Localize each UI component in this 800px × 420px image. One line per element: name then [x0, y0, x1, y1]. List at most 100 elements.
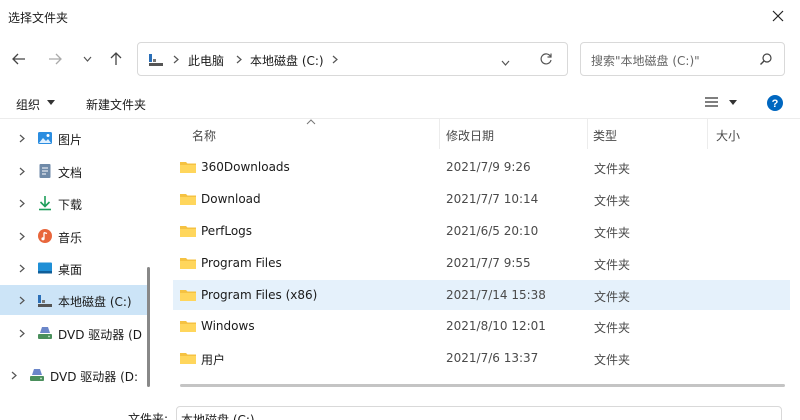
svg-text:?: ?: [772, 98, 779, 110]
column-header-row: 名称 修改日期 类型 大小: [160, 119, 800, 149]
file-row[interactable]: Windows 2021/8/10 12:01 文件夹: [173, 311, 790, 341]
search-input[interactable]: 搜索"本地磁盘 (C:)": [591, 52, 700, 69]
sidebar-item-label: 文档: [58, 166, 83, 180]
back-button[interactable]: [8, 48, 30, 70]
file-name: 360Downloads: [201, 160, 290, 174]
up-arrow-icon: [110, 52, 122, 65]
file-name: Program Files (x86): [201, 288, 318, 302]
file-name: Windows: [201, 319, 255, 333]
address-chevron[interactable]: [330, 52, 340, 66]
file-type: 文件夹: [594, 194, 631, 208]
sidebar-item-music[interactable]: 音乐: [0, 221, 150, 251]
chevron-right-icon: [19, 232, 25, 240]
file-type: 文件夹: [594, 258, 631, 272]
address-bar[interactable]: 此电脑 本地磁盘 (C:): [137, 42, 568, 76]
file-row[interactable]: 用户 2021/7/6 13:37 文件夹: [173, 343, 790, 373]
file-date: 2021/7/7 9:55: [446, 256, 531, 270]
file-name: Program Files: [201, 256, 282, 270]
column-header-type[interactable]: 类型: [593, 127, 617, 144]
expand-chevron[interactable]: [18, 263, 26, 273]
up-button[interactable]: [105, 48, 127, 70]
file-row[interactable]: PerfLogs 2021/6/5 20:10 文件夹: [173, 216, 790, 246]
search-icon: [760, 53, 772, 65]
music-icon: [38, 229, 52, 243]
sidebar-item-label: 桌面: [58, 263, 83, 277]
chevron-right-icon: [332, 55, 338, 63]
column-divider[interactable]: [439, 119, 440, 149]
organize-button[interactable]: 组织: [12, 88, 62, 118]
column-header-date[interactable]: 修改日期: [446, 127, 494, 144]
sidebar-item-local-disk-c[interactable]: 本地磁盘 (C:): [0, 285, 150, 315]
file-list: 名称 修改日期 类型 大小 360Downloads 2021/7/9 9:26…: [160, 119, 800, 420]
chevron-right-icon: [19, 134, 25, 142]
navigation-pane-scrollbar[interactable]: [147, 267, 150, 387]
sidebar-item-documents[interactable]: 文档: [0, 156, 150, 186]
expand-chevron[interactable]: [18, 166, 26, 176]
view-options-button[interactable]: [702, 94, 742, 112]
expand-chevron[interactable]: [18, 231, 26, 241]
dvd-drive-icon: [30, 369, 44, 381]
close-button[interactable]: [766, 4, 790, 28]
folder-icon: [180, 226, 196, 237]
file-type: 文件夹: [594, 353, 631, 367]
navigation-pane: 图片 文档 下载 音乐 桌面 本地磁盘 (C:) DVD 驱动器 (D DVD …: [0, 119, 153, 420]
search-button[interactable]: [759, 52, 775, 68]
expand-chevron[interactable]: [10, 370, 18, 380]
sidebar-item-label: 图片: [58, 133, 83, 147]
back-arrow-icon: [12, 53, 25, 65]
file-row[interactable]: Download 2021/7/7 10:14 文件夹: [173, 184, 790, 214]
documents-icon: [39, 164, 51, 178]
column-divider[interactable]: [587, 119, 588, 149]
search-box[interactable]: 搜索"本地磁盘 (C:)": [580, 42, 785, 76]
file-date: 2021/8/10 12:01: [446, 319, 546, 333]
chevron-right-icon: [19, 167, 25, 175]
help-button[interactable]: ?: [766, 94, 784, 112]
address-chevron[interactable]: [234, 52, 244, 66]
forward-button[interactable]: [44, 48, 66, 70]
folder-field[interactable]: 本地磁盘 (C:): [176, 406, 782, 420]
expand-chevron[interactable]: [18, 295, 26, 305]
drive-icon: [149, 54, 163, 66]
address-chevron[interactable]: [171, 52, 181, 66]
breadcrumb-this-pc[interactable]: 此电脑: [188, 52, 224, 69]
downloads-icon: [39, 196, 51, 211]
file-row[interactable]: 360Downloads 2021/7/9 9:26 文件夹: [173, 152, 790, 182]
refresh-button[interactable]: [539, 52, 555, 68]
drive-icon: [38, 295, 52, 307]
file-name: 用户: [201, 353, 226, 367]
breadcrumb-local-disk[interactable]: 本地磁盘 (C:): [250, 52, 324, 69]
sidebar-item-label: DVD 驱动器 (D: [58, 328, 143, 342]
folder-field-value[interactable]: 本地磁盘 (C:): [181, 411, 255, 420]
column-divider[interactable]: [707, 119, 708, 149]
column-header-name[interactable]: 名称: [192, 127, 216, 144]
chevron-right-icon: [19, 264, 25, 272]
folder-icon: [180, 258, 196, 269]
file-list-horizontal-scrollbar[interactable]: [180, 384, 785, 387]
sidebar-item-downloads[interactable]: 下载: [0, 188, 150, 218]
sidebar-item-dvd-drive[interactable]: DVD 驱动器 (D: [0, 318, 150, 348]
expand-chevron[interactable]: [18, 328, 26, 338]
chevron-right-icon: [173, 55, 179, 63]
file-row[interactable]: Program Files 2021/7/7 9:55 文件夹: [173, 248, 790, 278]
window-title: 选择文件夹: [8, 11, 69, 25]
sidebar-item-pictures[interactable]: 图片: [0, 123, 150, 153]
sidebar-item-dvd-drive-network[interactable]: DVD 驱动器 (D:: [0, 360, 142, 390]
sidebar-item-label: DVD 驱动器 (D:: [50, 370, 139, 384]
column-header-size[interactable]: 大小: [716, 127, 740, 144]
chevron-down-icon: [501, 60, 510, 66]
pictures-icon: [38, 132, 52, 144]
chevron-right-icon: [11, 371, 17, 379]
expand-chevron[interactable]: [18, 198, 26, 208]
title-bar: 选择文件夹: [0, 0, 800, 32]
sidebar-item-desktop[interactable]: 桌面: [0, 253, 150, 283]
file-row-selected[interactable]: Program Files (x86) 2021/7/14 15:38 文件夹: [173, 280, 790, 310]
sort-ascending-icon: [306, 119, 316, 125]
file-date: 2021/7/6 13:37: [446, 351, 539, 365]
file-type: 文件夹: [594, 321, 631, 335]
command-bar: 组织 新建文件夹 ?: [0, 88, 800, 118]
new-folder-button[interactable]: 新建文件夹: [86, 96, 146, 113]
expand-chevron[interactable]: [18, 133, 26, 143]
folder-icon: [180, 290, 196, 301]
recent-locations-button[interactable]: [76, 48, 98, 70]
address-dropdown-button[interactable]: [501, 55, 513, 66]
